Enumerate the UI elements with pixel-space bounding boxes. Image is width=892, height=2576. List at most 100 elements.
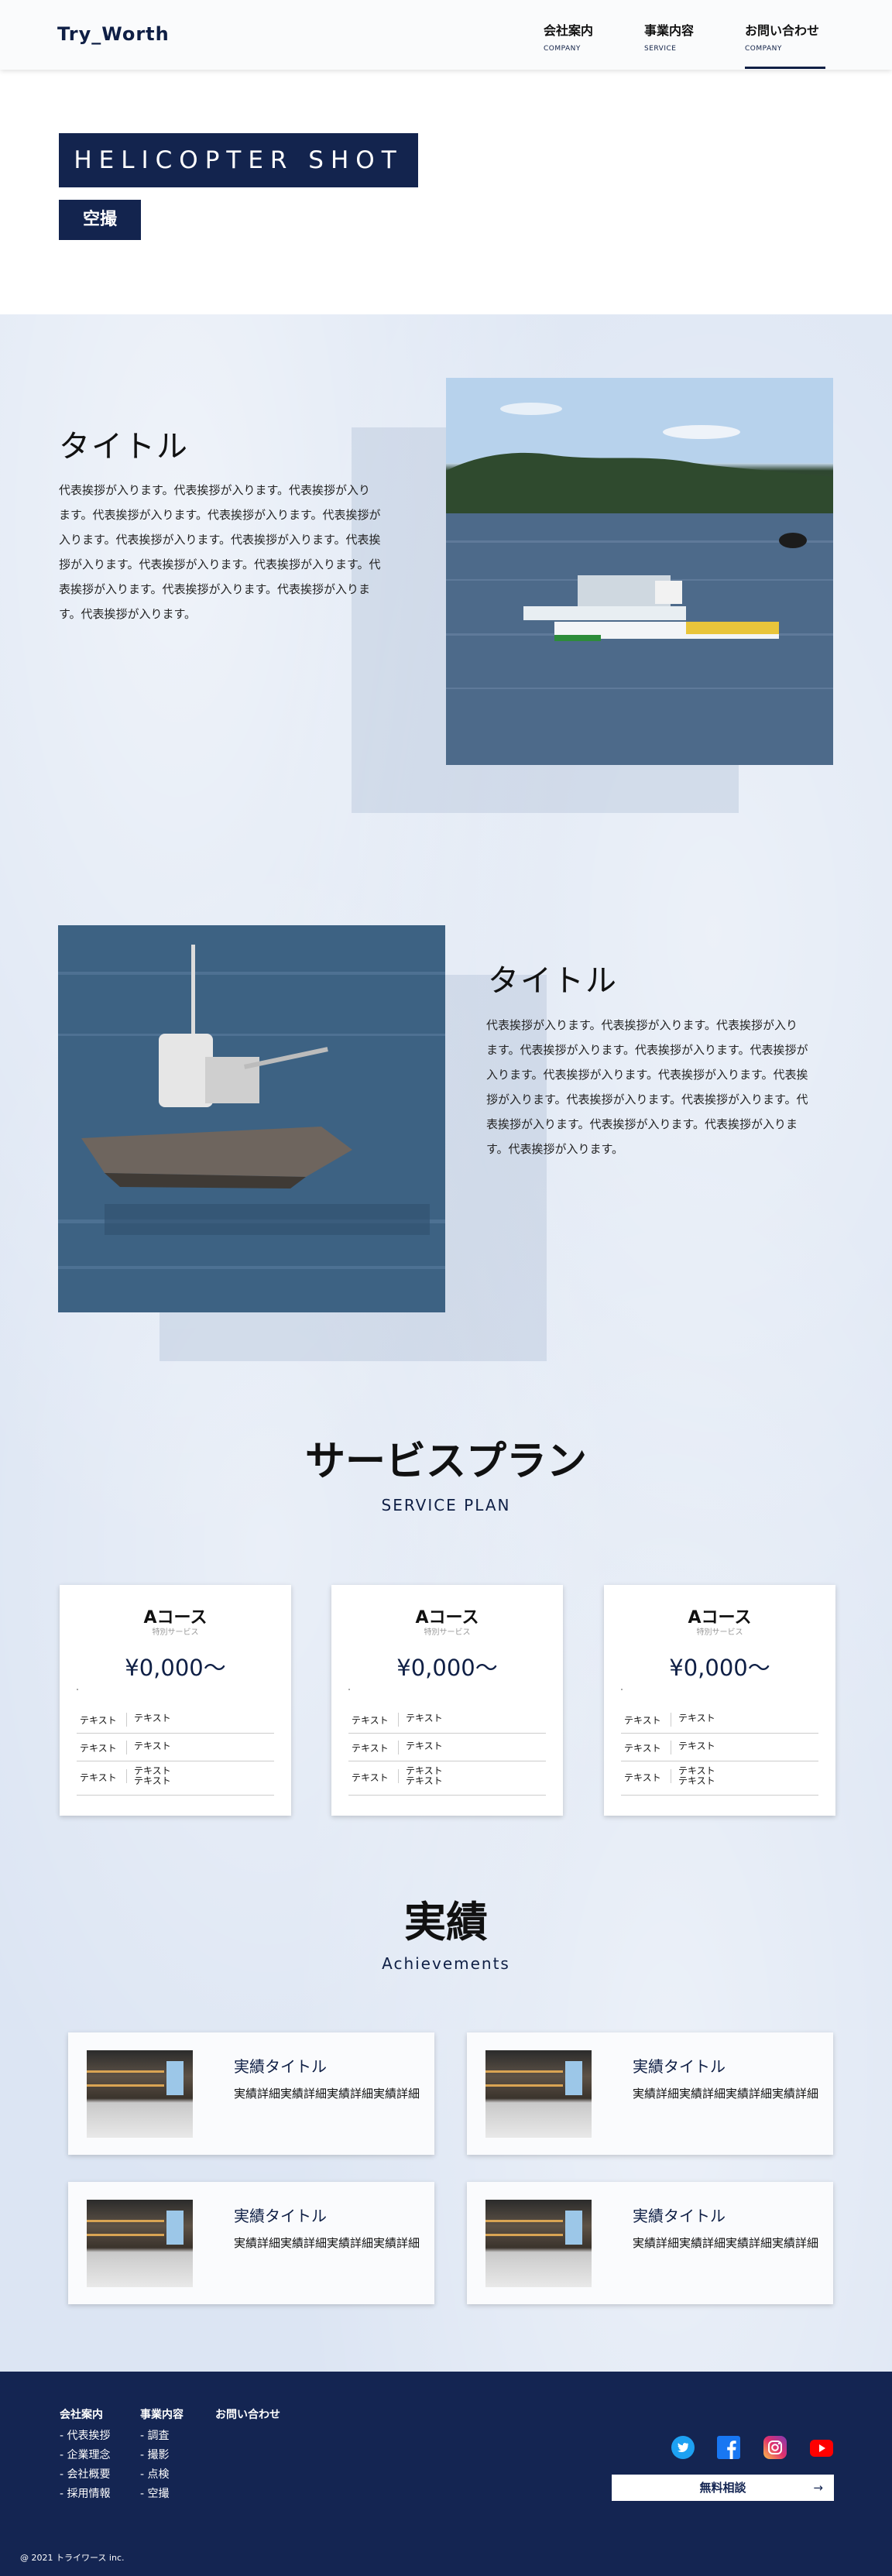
achievement-title: 実績タイトル bbox=[234, 2207, 327, 2225]
plan-tag: 特別サービス bbox=[152, 1628, 199, 1637]
plan-row-value: テキスト テキスト bbox=[406, 1765, 443, 1786]
footer-link[interactable]: - 空撮 bbox=[140, 2485, 170, 2501]
divider-dot bbox=[77, 1689, 78, 1690]
feature-2-text: 代表挨拶が入ります。代表挨拶が入ります。代表挨拶が入ります。代表挨拶が入ります。… bbox=[486, 1018, 808, 1156]
page-subtitle: 空撮 bbox=[59, 200, 141, 240]
plan-row-label: テキスト bbox=[80, 1772, 117, 1783]
achievement-description: 実績詳細実績詳細実績詳細実績詳細 bbox=[234, 2236, 420, 2250]
plan-row-divider bbox=[126, 1769, 127, 1783]
footer-link[interactable]: - 撮影 bbox=[140, 2447, 170, 2462]
free-consultation-button[interactable]: 無料相談 → bbox=[612, 2475, 834, 2501]
achievement-thumbnail bbox=[87, 2050, 193, 2138]
nav-service-sublabel: SERVICE bbox=[644, 45, 677, 53]
plan-price: ¥0,000〜 bbox=[669, 1655, 770, 1681]
plan-row-label: テキスト bbox=[80, 1743, 117, 1754]
nav-company[interactable]: 会社案内 COMPANY bbox=[544, 20, 593, 53]
plan-row: テキスト テキスト bbox=[621, 1707, 818, 1734]
youtube-icon[interactable] bbox=[810, 2440, 833, 2457]
plan-card[interactable]: Aコース 特別サービス ¥0,000〜 テキスト テキスト テキスト テキスト … bbox=[60, 1585, 291, 1816]
free-consultation-label: 無料相談 bbox=[699, 2481, 746, 2495]
feature-1-photo bbox=[446, 378, 833, 765]
plan-row-value: テキスト bbox=[134, 1713, 171, 1724]
plan-row-divider bbox=[398, 1741, 399, 1754]
plan-row: テキスト テキスト bbox=[348, 1735, 546, 1761]
plan-row: テキスト テキスト bbox=[77, 1735, 274, 1761]
plan-row-divider bbox=[398, 1713, 399, 1727]
copyright-text: @ 2021 トライワース inc. bbox=[20, 2553, 125, 2563]
plan-price: ¥0,000〜 bbox=[125, 1655, 226, 1681]
plan-card[interactable]: Aコース 特別サービス ¥0,000〜 テキスト テキスト テキスト テキスト … bbox=[331, 1585, 563, 1816]
divider-dot bbox=[621, 1689, 623, 1690]
achievement-description: 実績詳細実績詳細実績詳細実績詳細 bbox=[234, 2087, 420, 2101]
plan-card[interactable]: Aコース 特別サービス ¥0,000〜 テキスト テキスト テキスト テキスト … bbox=[604, 1585, 835, 1816]
achievement-title: 実績タイトル bbox=[633, 2057, 726, 2076]
plan-row: テキスト テキスト bbox=[77, 1707, 274, 1734]
footer-link[interactable]: - 代表挨拶 bbox=[60, 2427, 111, 2443]
achievement-title: 実績タイトル bbox=[633, 2207, 726, 2225]
plan-tag: 特別サービス bbox=[696, 1628, 743, 1637]
plan-row: テキスト テキスト テキスト bbox=[348, 1763, 546, 1796]
plan-row-value: テキスト bbox=[406, 1741, 443, 1751]
nav-contact[interactable]: お問い合わせ COMPANY bbox=[745, 20, 819, 53]
site-header: Try_Worth 会社案内 COMPANY 事業内容 SERVICE お問い合… bbox=[0, 0, 892, 70]
nav-service[interactable]: 事業内容 SERVICE bbox=[644, 20, 694, 53]
arrow-right-icon: → bbox=[813, 2481, 823, 2495]
service-plan-subtitle: SERVICE PLAN bbox=[381, 1496, 511, 1514]
achievement-card[interactable]: 実績タイトル 実績詳細実績詳細実績詳細実績詳細 bbox=[467, 2032, 833, 2155]
feature-2-photo bbox=[58, 925, 445, 1312]
feature-2-title: タイトル bbox=[488, 963, 618, 999]
achievement-thumbnail bbox=[485, 2200, 592, 2287]
achievement-thumbnail bbox=[87, 2200, 193, 2287]
plan-row: テキスト テキスト bbox=[621, 1735, 818, 1761]
footer-link[interactable]: - 点検 bbox=[140, 2466, 170, 2482]
plan-row-value: テキスト bbox=[406, 1713, 443, 1724]
footer-link[interactable]: - 採用情報 bbox=[60, 2485, 111, 2501]
plan-row-label: テキスト bbox=[624, 1743, 661, 1754]
divider-dot bbox=[348, 1689, 350, 1690]
plan-row: テキスト テキスト テキスト bbox=[77, 1763, 274, 1796]
survey-boat-image bbox=[58, 925, 445, 1312]
achievement-description: 実績詳細実績詳細実績詳細実績詳細 bbox=[633, 2236, 819, 2250]
service-plan-title: サービスプラン bbox=[304, 1439, 587, 1485]
plan-row-divider bbox=[398, 1769, 399, 1783]
plan-row: テキスト テキスト テキスト bbox=[621, 1763, 818, 1796]
page-hero: HELICOPTER SHOT 空撮 bbox=[0, 70, 892, 314]
instagram-icon[interactable] bbox=[763, 2436, 787, 2459]
achievement-title: 実績タイトル bbox=[234, 2057, 327, 2076]
footer-link[interactable]: - 調査 bbox=[140, 2427, 170, 2443]
plan-row-divider bbox=[126, 1741, 127, 1754]
feature-1-title: タイトル bbox=[59, 429, 189, 465]
achievements-subtitle: Achievements bbox=[382, 1954, 510, 1973]
nav-company-label: 会社案内 bbox=[544, 23, 594, 38]
footer-contact-heading[interactable]: お問い合わせ bbox=[215, 2406, 280, 2422]
plan-row-label: テキスト bbox=[352, 1743, 389, 1754]
footer-company-heading[interactable]: 会社案内 bbox=[60, 2406, 103, 2422]
feature-1-text: 代表挨拶が入ります。代表挨拶が入ります。代表挨拶が入ります。代表挨拶が入ります。… bbox=[59, 483, 381, 621]
plan-row-value: テキスト bbox=[134, 1741, 171, 1751]
plan-row-value: テキスト bbox=[678, 1713, 715, 1724]
footer-link[interactable]: - 企業理念 bbox=[60, 2447, 111, 2462]
facebook-icon[interactable] bbox=[717, 2436, 740, 2459]
plan-row-label: テキスト bbox=[352, 1715, 389, 1726]
plan-row-label: テキスト bbox=[624, 1772, 661, 1783]
plan-row-value: テキスト テキスト bbox=[134, 1765, 171, 1786]
achievement-card[interactable]: 実績タイトル 実績詳細実績詳細実績詳細実績詳細 bbox=[68, 2182, 434, 2304]
achievement-description: 実績詳細実績詳細実績詳細実績詳細 bbox=[633, 2087, 819, 2101]
achievement-thumbnail bbox=[485, 2050, 592, 2138]
achievements-title: 実績 bbox=[404, 1898, 488, 1947]
achievement-card[interactable]: 実績タイトル 実績詳細実績詳細実績詳細実績詳細 bbox=[467, 2182, 833, 2304]
footer-link[interactable]: - 会社概要 bbox=[60, 2466, 111, 2482]
twitter-icon[interactable] bbox=[671, 2436, 695, 2459]
nav-company-sublabel: COMPANY bbox=[544, 45, 581, 53]
plan-row: テキスト テキスト bbox=[348, 1707, 546, 1734]
plan-row-divider bbox=[126, 1713, 127, 1727]
nav-contact-label: お問い合わせ bbox=[745, 23, 820, 38]
footer-service-heading[interactable]: 事業内容 bbox=[140, 2406, 184, 2422]
boats-on-lake-image bbox=[446, 378, 833, 765]
plan-row-label: テキスト bbox=[352, 1772, 389, 1783]
nav-active-indicator bbox=[745, 67, 825, 69]
site-logo[interactable]: Try_Worth bbox=[57, 23, 170, 45]
achievement-card[interactable]: 実績タイトル 実績詳細実績詳細実績詳細実績詳細 bbox=[68, 2032, 434, 2155]
plan-tag: 特別サービス bbox=[424, 1628, 471, 1637]
plan-row-label: テキスト bbox=[624, 1715, 661, 1726]
